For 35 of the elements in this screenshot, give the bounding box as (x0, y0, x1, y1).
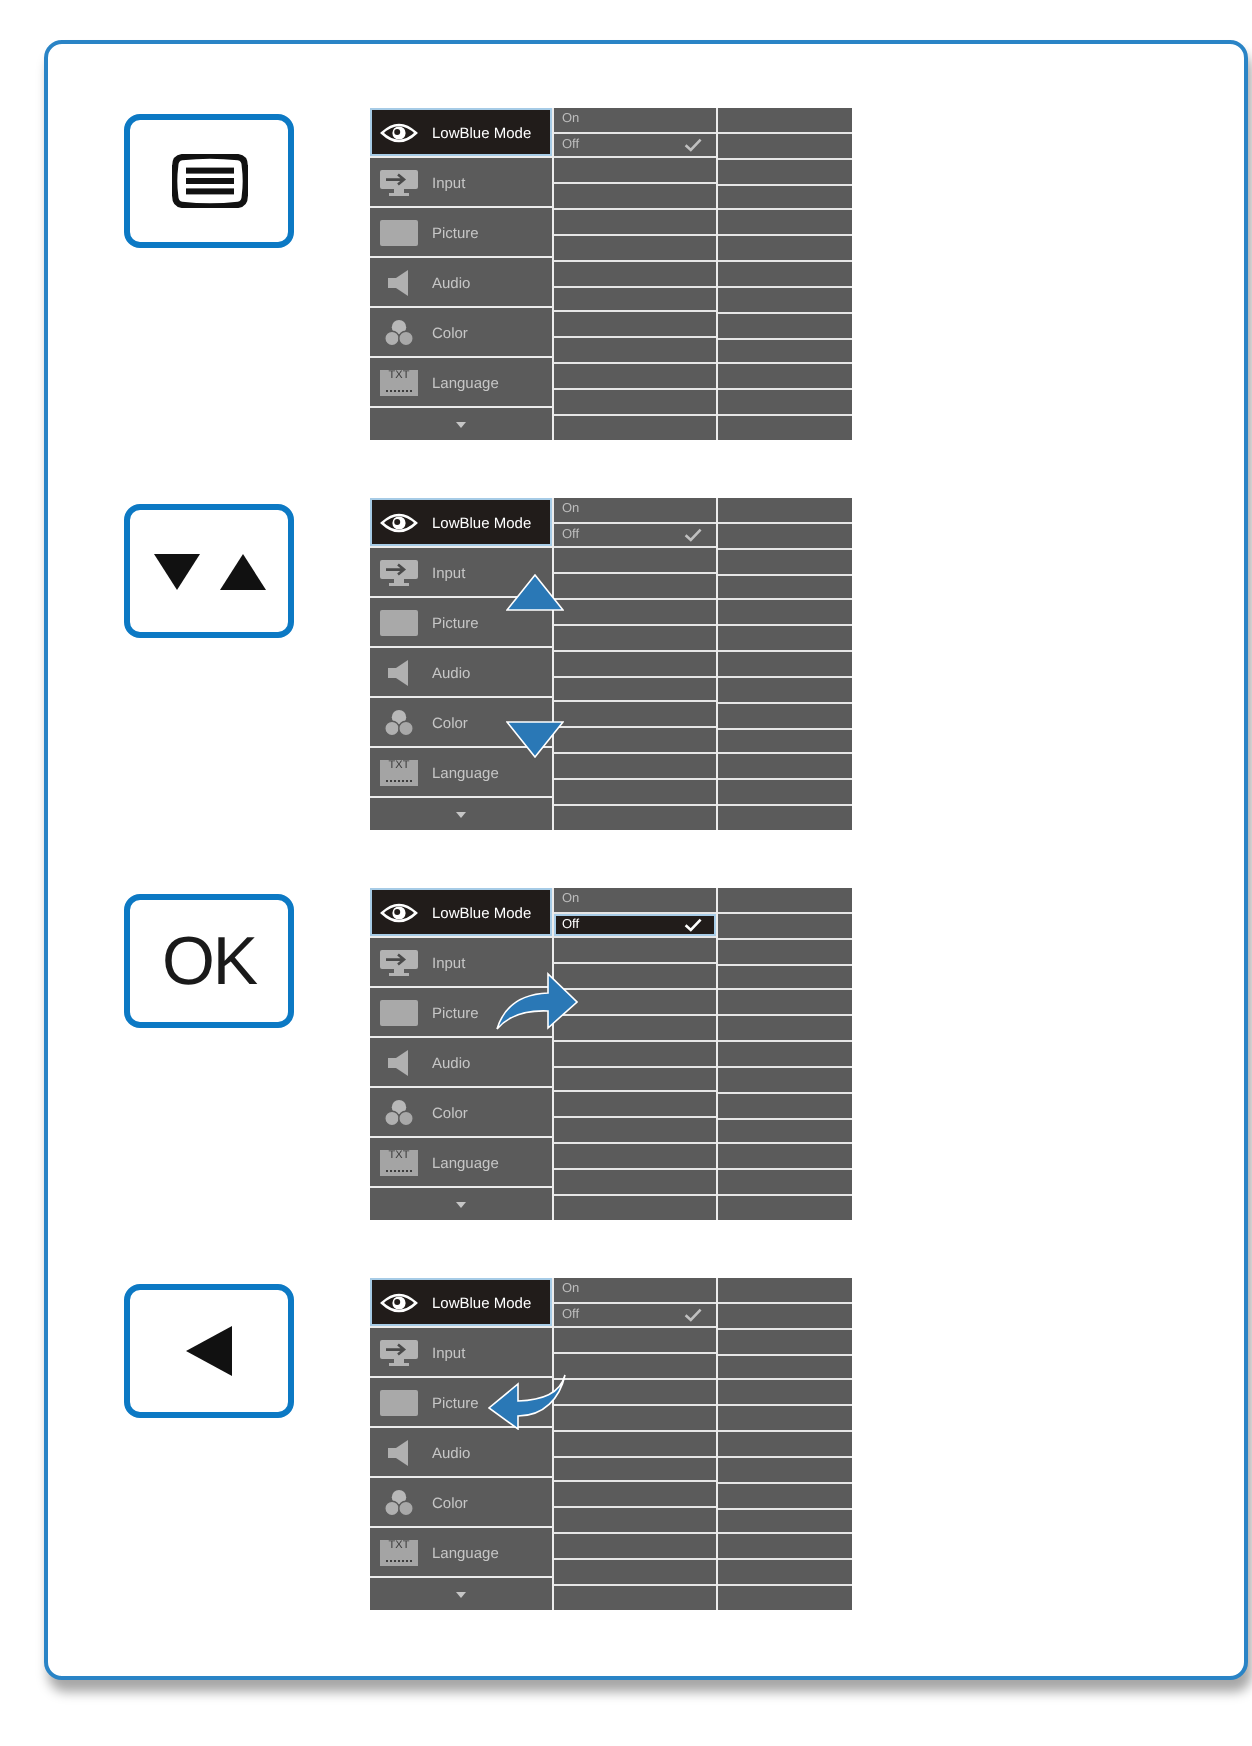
eye-icon (380, 1289, 418, 1315)
checkmark-icon (684, 917, 702, 932)
left-triangle-icon (186, 1326, 232, 1376)
caret-down-icon (456, 1201, 466, 1207)
monitor-arrow-icon (380, 559, 418, 585)
caret-down-icon (456, 811, 466, 817)
monitor-arrow-icon (380, 949, 418, 975)
caret-down-icon (456, 421, 466, 427)
picture-icon (380, 1389, 418, 1415)
monitor-arrow-icon (380, 169, 418, 195)
caret-down-icon (456, 1591, 466, 1597)
back-button[interactable] (124, 1284, 294, 1418)
eye-icon (380, 509, 418, 535)
curved-left-arrow-icon (488, 1374, 566, 1430)
eye-icon (380, 899, 418, 925)
picture-icon (380, 999, 418, 1025)
checkmark-icon (684, 527, 702, 542)
color-circles-icon (380, 1489, 418, 1515)
eye-icon (380, 119, 418, 145)
down-triangle-icon (153, 553, 199, 589)
menu-icon (171, 154, 247, 208)
up-down-arrow-icon (506, 574, 564, 758)
curved-right-arrow-icon (496, 970, 578, 1030)
ok-button[interactable]: OK (124, 894, 294, 1028)
checkmark-icon (684, 137, 702, 152)
picture-icon (380, 219, 418, 245)
picture-icon (380, 609, 418, 635)
menu-button[interactable] (124, 114, 294, 248)
monitor-arrow-icon (380, 1339, 418, 1365)
color-circles-icon (380, 1099, 418, 1125)
up-triangle-icon (219, 553, 265, 589)
color-circles-icon (380, 319, 418, 345)
up-down-button[interactable] (124, 504, 294, 638)
color-circles-icon (380, 709, 418, 735)
checkmark-icon (684, 1307, 702, 1322)
